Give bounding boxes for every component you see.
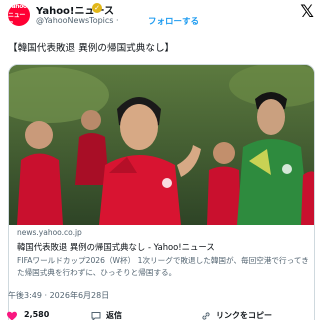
handle-separator: · [116,16,119,25]
card-title: 韓国代表敗退 異例の帰国式典なし - Yahoo!ニュース [17,242,215,252]
account-avatar[interactable]: Yahoo!ニュース [8,2,30,28]
tweet-text: 【韓国代表敗退 異例の帰国式典なし】 [8,43,175,54]
card-description: FIFAワールドカップ2026（W杯） 1次リーグで敗退した韓国が、毎回空港で行… [17,256,309,277]
heart-icon[interactable] [6,310,18,320]
reply-button[interactable]: 返信 [106,310,122,320]
link-card[interactable]: news.yahoo.co.jp 韓国代表敗退 異例の帰国式典なし - Yaho… [8,64,315,320]
avatar-logo-text: Yahoo!ニュース [8,2,30,28]
card-photo[interactable] [9,65,314,225]
account-name[interactable]: Yahoo!ニュース [36,2,114,17]
handle-text: @YahooNewsTopics [36,16,114,25]
copy-link-button[interactable]: リンクをコピー [216,310,272,320]
reply-icon[interactable] [90,310,102,320]
account-handle[interactable]: @YahooNewsTopics · [36,16,119,25]
verified-badge-icon: ✓ [92,3,102,13]
link-icon[interactable] [200,310,212,320]
card-domain: news.yahoo.co.jp [17,228,82,237]
follow-button[interactable]: フォローする [148,15,199,27]
like-count[interactable]: 2,580 [24,310,49,319]
soccer-players-photo [9,65,314,225]
tweet-timestamp[interactable]: 午後3:49 · 2026年6月28日 [8,290,109,301]
tweet-header: Yahoo!ニュース Yahoo!ニュース ✓ @YahooNewsTopics… [0,0,320,30]
action-bar: 2,580 返信 リンクをコピー [0,310,320,320]
x-logo-icon[interactable]: 𝕏 [300,2,314,22]
